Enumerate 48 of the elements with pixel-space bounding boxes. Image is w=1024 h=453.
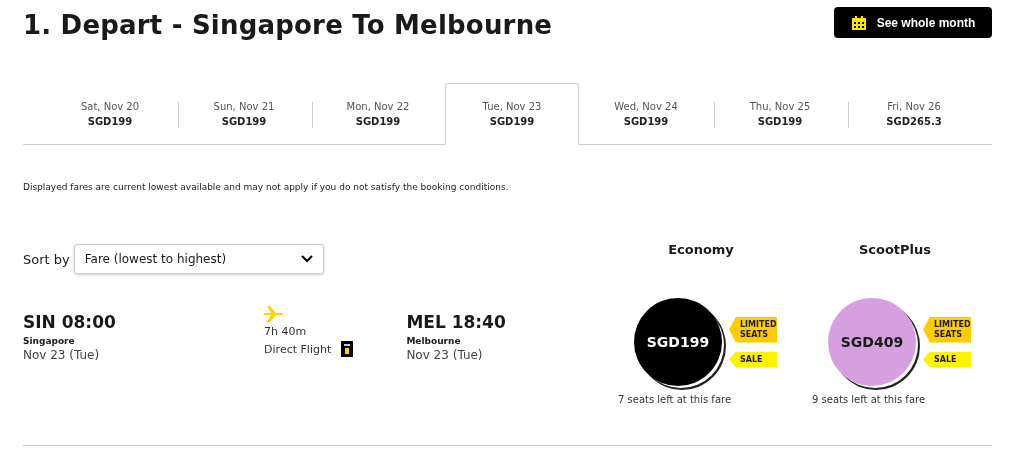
flight-date: Nov 23 (Tue)	[23, 348, 101, 362]
flight-time: MEL 18:40	[406, 312, 507, 332]
date-tab[interactable]: Thu, Nov 25 SGD199	[713, 83, 847, 144]
sort-dropdown[interactable]: Fare (lowest to highest)	[73, 244, 324, 274]
tab-date: Tue, Nov 23	[482, 101, 542, 112]
tab-fare: SGD199	[221, 116, 267, 127]
flight-type: Direct Flight	[264, 342, 332, 356]
tab-date: Sun, Nov 21	[213, 101, 275, 112]
tab-fare: SGD199	[623, 116, 669, 127]
tab-date: Wed, Nov 24	[614, 101, 678, 112]
see-whole-month-button[interactable]: See whole month	[834, 7, 992, 38]
tab-fare: SGD265.3	[886, 116, 942, 127]
date-tab[interactable]: Fri, Nov 26 SGD265.3	[847, 83, 981, 144]
fare-tag: LIMITED SEATS	[729, 316, 777, 343]
date-tab[interactable]: Wed, Nov 24 SGD199	[579, 83, 713, 144]
page-title: 1. Depart - Singapore To Melbourne	[23, 10, 553, 40]
chevron-down-icon	[300, 255, 313, 263]
tab-date: Mon, Nov 22	[346, 101, 410, 112]
date-tab[interactable]: Mon, Nov 22 SGD199	[311, 83, 445, 144]
fare-tag: LIMITED SEATS	[923, 316, 971, 343]
tab-fare: SGD199	[757, 116, 803, 127]
sort-label: Sort by	[23, 251, 70, 267]
date-tab[interactable]: Tue, Nov 23 SGD199	[445, 83, 579, 145]
seats-left-text: 7 seats left at this fare	[618, 394, 732, 405]
tab-fare: SGD199	[489, 116, 535, 127]
tab-date: Fri, Nov 26	[887, 101, 941, 112]
seats-left-text: 9 seats left at this fare	[812, 394, 926, 405]
disclaimer-text: Displayed fares are current lowest available and may not apply if you do not satisfy the booking conditions.	[23, 182, 510, 192]
drink-icon	[341, 341, 354, 357]
city-name: Melbourne	[406, 336, 462, 346]
tab-fare: SGD199	[355, 116, 401, 127]
fare-class-heading: Economy	[667, 242, 735, 257]
fare-circle[interactable]: SGD199	[634, 298, 722, 386]
airplane-icon	[264, 306, 285, 322]
tab-fare: SGD199	[87, 116, 133, 127]
flight-date: Nov 23 (Tue)	[406, 348, 484, 362]
fare-tag: SALE	[729, 351, 777, 368]
city-name: Singapore	[23, 336, 76, 346]
flight-time: SIN 08:00	[23, 312, 117, 332]
fare-tag: SALE	[923, 351, 971, 368]
tab-date: Sat, Nov 20	[80, 101, 140, 112]
fare-circle[interactable]: SGD409	[828, 298, 916, 386]
date-tab[interactable]: Sun, Nov 21 SGD199	[177, 83, 311, 144]
flight-duration: 7h 40m	[264, 325, 307, 338]
date-tab[interactable]: Sat, Nov 20 SGD199	[43, 83, 177, 144]
fare-class-heading: ScootPlus	[857, 242, 933, 257]
calendar-icon	[850, 14, 867, 31]
tab-date: Thu, Nov 25	[749, 101, 811, 112]
